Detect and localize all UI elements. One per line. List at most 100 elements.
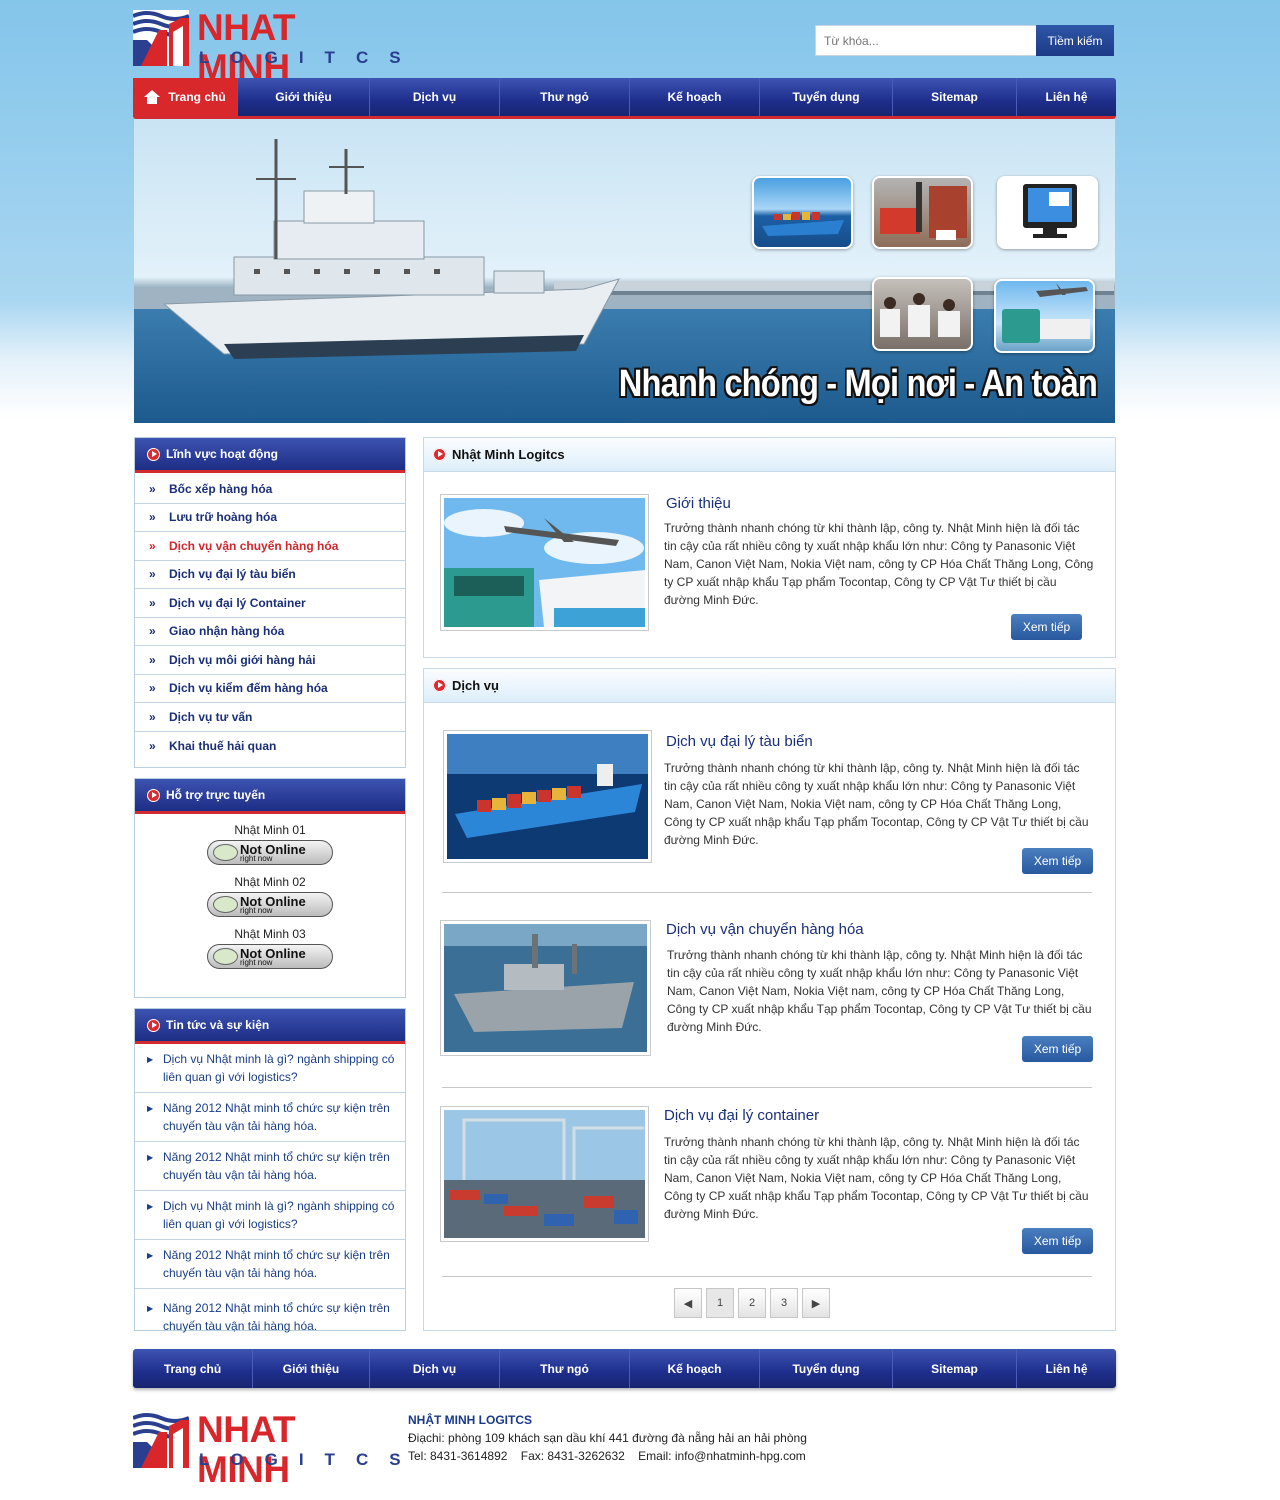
forklift-thumb-icon	[880, 182, 967, 240]
news-item-link[interactable]: Năng 2012 Nhật minh tổ chức sự kiện trên…	[163, 1148, 395, 1184]
footer-nav-contact[interactable]: Liên hệ	[1017, 1349, 1116, 1388]
service-title[interactable]: Dịch vụ vận chuyển hàng hóa	[666, 921, 864, 938]
nav-services[interactable]: Dịch vụ	[370, 78, 500, 116]
bullet-icon	[147, 1018, 160, 1032]
triangle-icon: ▶	[147, 1104, 154, 1113]
double-chevron-icon: »	[149, 738, 156, 753]
support-header: Hỗ trợ trực tuyến	[135, 779, 405, 814]
field-item[interactable]: » Dịch vụ vận chuyển hàng hóa	[135, 532, 405, 561]
nav-sitemap[interactable]: Sitemap	[893, 78, 1017, 116]
bullet-icon	[433, 679, 446, 692]
services-panel-header: Dịch vụ	[424, 669, 1115, 703]
logo-subtitle: LOGITCS	[199, 1450, 422, 1469]
truck-plane-thumb-icon	[1002, 283, 1090, 343]
nav-home[interactable]: Trang chủ	[133, 78, 238, 116]
field-item[interactable]: » Khai thuế hải quan	[135, 732, 405, 761]
bullet-icon	[147, 447, 160, 461]
intro-more-button[interactable]: Xem tiếp	[1011, 614, 1082, 640]
banner-slogan: Nhanh chóng - Mọi nơi - An toàn	[618, 363, 1098, 405]
news-item[interactable]: ▶ Năng 2012 Nhật minh tổ chức sự kiện trê…	[135, 1093, 405, 1142]
news-item-link[interactable]: Năng 2012 Nhật minh tổ chức sự kiện trên…	[163, 1246, 395, 1282]
next-page-button[interactable]: ▶	[802, 1288, 830, 1318]
footer-nav-sitemap[interactable]: Sitemap	[893, 1349, 1017, 1388]
nav-plan[interactable]: Kế hoạch	[630, 78, 760, 116]
intro-panel-title: Nhật Minh Logitcs	[452, 447, 565, 462]
news-item[interactable]: ▶ Dịch vụ Nhật minh là gì? ngành shipping…	[135, 1044, 405, 1093]
triangle-icon: ▶	[147, 1304, 154, 1313]
nav-jobs[interactable]: Tuyển dụng	[760, 78, 893, 116]
footer-nav-about[interactable]: Giới thiệu	[253, 1349, 370, 1388]
service-more-button[interactable]: Xem tiếp	[1022, 1036, 1093, 1062]
main-nav: Trang chủ Giới thiệu Dịch vụ Thư ngỏ Kế …	[133, 78, 1116, 119]
intro-image[interactable]	[440, 494, 649, 631]
nav-letter[interactable]: Thư ngỏ	[500, 78, 630, 116]
support-agent-name: Nhật Minh 03	[234, 927, 306, 941]
news-item-link[interactable]: Dịch vụ Nhật minh là gì? ngành shipping …	[163, 1050, 395, 1086]
footer-nav-jobs[interactable]: Tuyển dụng	[760, 1349, 893, 1388]
field-item-label: Khai thuế hải quan	[169, 738, 277, 753]
page-number[interactable]: 3	[770, 1288, 798, 1318]
intro-panel-header: Nhật Minh Logitcs	[424, 438, 1115, 472]
footer-nav-letter[interactable]: Thư ngỏ	[500, 1349, 630, 1388]
news-item-link[interactable]: Dịch vụ Nhật minh là gì? ngành shipping …	[163, 1197, 395, 1233]
page-number[interactable]: 2	[738, 1288, 766, 1318]
search-button[interactable]: Tiềm kiếm	[1036, 25, 1114, 56]
footer-nav-home[interactable]: Trang chủ	[133, 1349, 253, 1388]
nav-contact[interactable]: Liên hệ	[1017, 78, 1116, 116]
support-list: Nhật Minh 01 Not Online right now Nhật Mi…	[135, 814, 405, 977]
service-title[interactable]: Dịch vụ đại lý container	[664, 1107, 819, 1124]
status-subtext: right now	[240, 906, 273, 915]
footer-nav-plan[interactable]: Kế hoạch	[630, 1349, 760, 1388]
news-item[interactable]: ▶ Dịch vụ Nhật minh là gì? ngành shipping…	[135, 1191, 405, 1240]
field-item[interactable]: » Dịch vụ đại lý Container	[135, 589, 405, 618]
footer-nav: Trang chủ Giới thiệu Dịch vụ Thư ngỏ Kế …	[133, 1349, 1116, 1388]
search-input[interactable]	[815, 25, 1037, 56]
footer-logo[interactable]: NHAT MINH LOGITCS	[133, 1410, 401, 1490]
chat-status-badge[interactable]: Not Online right now	[207, 892, 333, 917]
support-agent-name: Nhật Minh 02	[234, 875, 306, 889]
page-number[interactable]: 1	[706, 1288, 734, 1318]
field-item[interactable]: » Lưu trữ hoàng hóa	[135, 504, 405, 532]
news-item-link[interactable]: Năng 2012 Nhật minh tổ chức sự kiện trên…	[163, 1099, 395, 1135]
service-image[interactable]	[443, 730, 652, 863]
service-title[interactable]: Dịch vụ đại lý tàu biển	[666, 733, 813, 750]
field-item[interactable]: » Dịch vụ tư vấn	[135, 703, 405, 732]
field-item[interactable]: » Bốc xếp hàng hóa	[135, 475, 405, 504]
news-item[interactable]: ▶ Năng 2012 Nhật minh tổ chức sự kiện trê…	[135, 1289, 405, 1341]
news-title: Tin tức và sự kiện	[166, 1018, 270, 1032]
pagination: ◀ 1 2 3 ▶	[674, 1288, 830, 1318]
plane-truck-ship-image	[444, 498, 645, 627]
chat-status-badge[interactable]: Not Online right now	[207, 944, 333, 969]
fields-header: Lĩnh vực hoạt động	[135, 438, 405, 473]
prev-page-button[interactable]: ◀	[674, 1288, 702, 1318]
service-image[interactable]	[440, 920, 651, 1056]
site-logo[interactable]: NHAT MINH LOGITCS	[133, 8, 401, 88]
field-item-label: Dịch vụ vận chuyển hàng hóa	[169, 538, 339, 553]
news-item[interactable]: ▶ Năng 2012 Nhật minh tổ chức sự kiện trê…	[135, 1142, 405, 1191]
news-item-link[interactable]: Năng 2012 Nhật minh tổ chức sự kiện trên…	[163, 1299, 395, 1335]
home-icon	[144, 90, 161, 104]
nav-about[interactable]: Giới thiệu	[238, 78, 370, 116]
field-item[interactable]: » Dịch vụ môi giới hàng hải	[135, 646, 405, 675]
service-image[interactable]	[440, 1106, 649, 1242]
chat-bubble-icon	[213, 896, 238, 913]
footer-info: NHẬT MINH LOGITCS Điạchi: phòng 109 khác…	[408, 1411, 807, 1465]
service-text: Trưởng thành nhanh chóng từ khi thành lậ…	[667, 948, 1092, 1034]
field-item[interactable]: » Dịch vụ đại lý tàu biển	[135, 561, 405, 589]
chat-status-badge[interactable]: Not Online right now	[207, 840, 333, 865]
fields-menu: » Bốc xếp hàng hóa » Lưu trữ hoàng hóa » Dị…	[135, 473, 405, 760]
hero-banner: Nhanh chóng - Mọi nơi - An toàn	[134, 119, 1115, 423]
status-subtext: right now	[240, 854, 273, 863]
field-item[interactable]: » Dịch vụ kiểm đếm hàng hóa	[135, 675, 405, 703]
news-item[interactable]: ▶ Năng 2012 Nhật minh tổ chức sự kiện trê…	[135, 1240, 405, 1289]
footer-nav-services[interactable]: Dịch vụ	[370, 1349, 500, 1388]
monitor-thumb-icon	[1023, 184, 1077, 238]
service-more-button[interactable]: Xem tiếp	[1022, 1228, 1093, 1254]
field-item-label: Dịch vụ môi giới hàng hải	[169, 652, 316, 667]
service-more-button[interactable]: Xem tiếp	[1022, 848, 1093, 874]
divider	[442, 1087, 1092, 1088]
field-item[interactable]: » Giao nhận hàng hóa	[135, 618, 405, 646]
news-list: ▶ Dịch vụ Nhật minh là gì? ngành shipping…	[135, 1044, 405, 1341]
double-chevron-icon: »	[149, 595, 156, 610]
intro-heading[interactable]: Giới thiệu	[666, 495, 731, 512]
